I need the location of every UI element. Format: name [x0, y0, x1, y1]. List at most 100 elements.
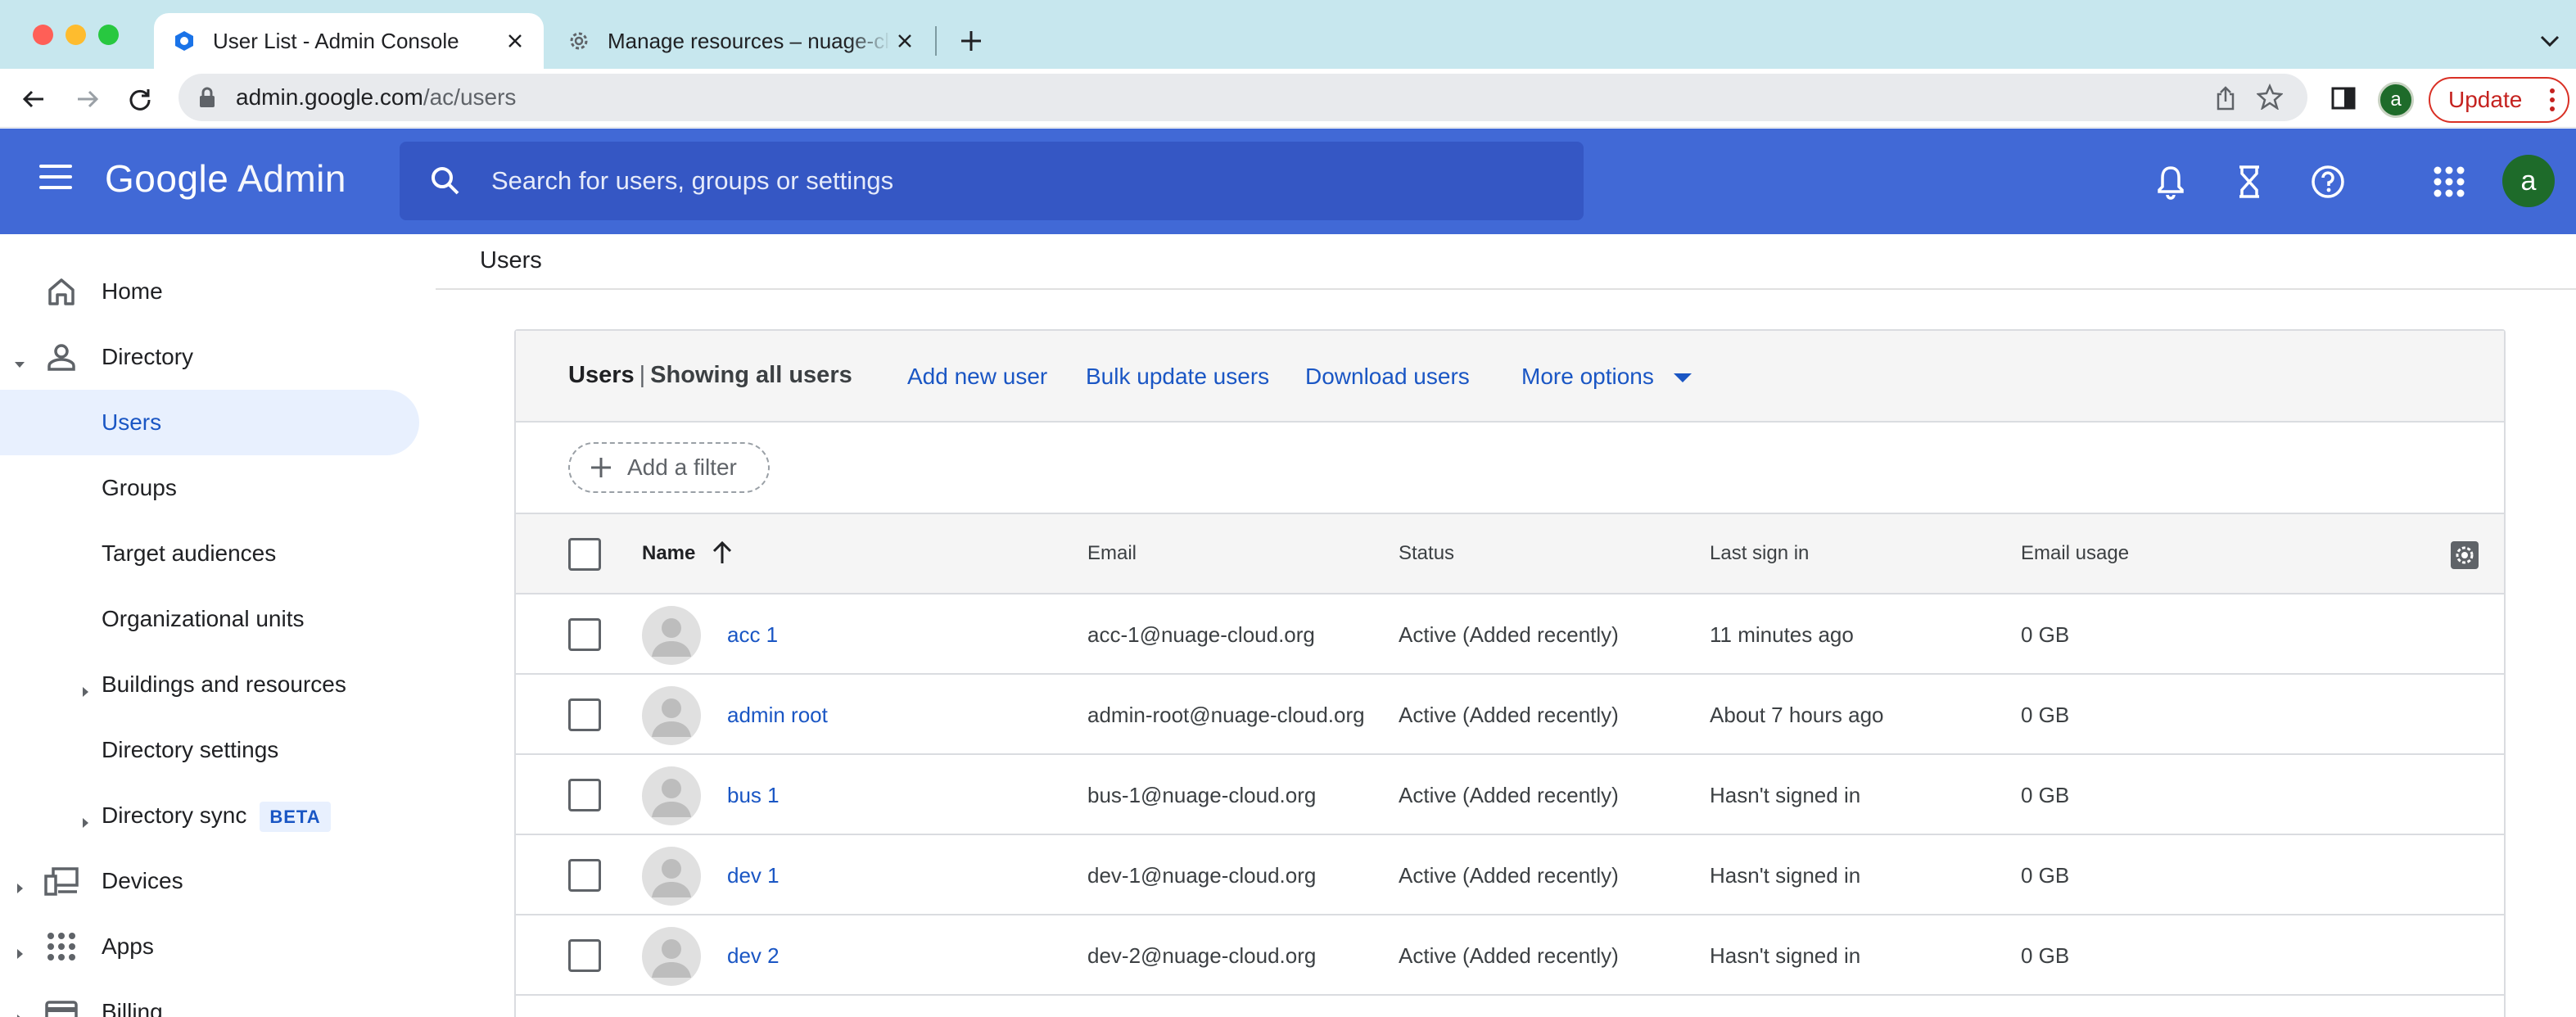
user-email-usage: 0 GB — [2021, 783, 2070, 807]
browser-tab-active[interactable]: User List - Admin Console — [154, 13, 544, 69]
logo-google-text: Google — [105, 157, 229, 200]
sidebar-item-label: Billing — [102, 999, 163, 1017]
bookmark-star-icon[interactable] — [2256, 83, 2284, 114]
column-settings-gear-icon[interactable] — [2450, 540, 2479, 570]
sort-ascending-arrow-icon[interactable] — [711, 540, 734, 565]
card-title: Users | Showing all users — [568, 362, 852, 389]
user-last-sign-in: Hasn't signed in — [1710, 943, 1861, 968]
reload-icon[interactable] — [124, 84, 156, 115]
caret-right-icon[interactable] — [13, 940, 26, 959]
table-row[interactable]: admin root admin-root@nuage-cloud.org Acti… — [516, 675, 2504, 755]
sidebar-item-devices[interactable]: Devices — [0, 848, 419, 914]
tab-close-icon[interactable] — [891, 27, 919, 55]
side-panel-icon[interactable] — [2330, 85, 2357, 115]
main-menu-icon[interactable] — [39, 165, 75, 194]
user-last-sign-in: Hasn't signed in — [1710, 863, 1861, 888]
add-filter-button[interactable]: Add a filter — [568, 442, 770, 493]
user-name-link[interactable]: acc 1 — [727, 622, 778, 648]
table-row[interactable]: acc 1 acc-1@nuage-cloud.org Active (Added … — [516, 594, 2504, 675]
sidebar-item-groups[interactable]: Groups — [0, 455, 419, 521]
row-checkbox[interactable] — [568, 779, 601, 811]
sidebar-item-buildings-and-resources[interactable]: Buildings and resources — [0, 652, 419, 717]
caret-right-icon[interactable] — [79, 809, 92, 828]
sidebar-item-target-audiences[interactable]: Target audiences — [0, 521, 419, 586]
user-email: admin-root@nuage-cloud.org — [1087, 703, 1365, 727]
devices-icon — [43, 862, 80, 900]
column-header-email-usage[interactable]: Email usage — [2021, 542, 2129, 565]
select-all-checkbox[interactable] — [568, 538, 601, 571]
user-name-link[interactable]: dev 1 — [727, 863, 780, 888]
account-avatar[interactable]: a — [2502, 155, 2555, 207]
tab-title: User List - Admin Console — [213, 28, 459, 53]
caret-right-icon[interactable] — [79, 678, 92, 697]
caret-down-icon[interactable] — [13, 350, 26, 368]
admin-search-bar[interactable] — [400, 142, 1584, 220]
users-card-header: Users | Showing all users Add new user Bul… — [516, 331, 2504, 423]
share-icon[interactable] — [2214, 85, 2237, 115]
user-avatar-icon — [642, 686, 701, 745]
column-header-email[interactable]: Email — [1087, 542, 1137, 565]
user-status: Active (Added recently) — [1399, 783, 1619, 807]
row-checkbox[interactable] — [568, 939, 601, 972]
user-name-link[interactable]: admin root — [727, 703, 828, 728]
search-input[interactable] — [491, 166, 1474, 196]
sidebar-item-apps[interactable]: Apps — [0, 914, 419, 979]
google-admin-logo[interactable]: Google Admin — [105, 156, 346, 201]
user-status: Active (Added recently) — [1399, 863, 1619, 888]
table-row[interactable]: bus 1 bus-1@nuage-cloud.org Active (Added … — [516, 755, 2504, 835]
notifications-bell-icon[interactable] — [2152, 163, 2190, 201]
user-avatar-icon — [642, 606, 701, 665]
column-header-status[interactable]: Status — [1399, 542, 1454, 565]
apps-launcher-icon[interactable] — [2430, 163, 2468, 201]
back-arrow-icon[interactable] — [18, 84, 49, 115]
admin-header: Google Admin a — [0, 129, 2576, 234]
user-email: dev-1@nuage-cloud.org — [1087, 863, 1317, 888]
window-close-button[interactable] — [33, 25, 53, 45]
tab-search-chevron-icon[interactable] — [2535, 26, 2565, 56]
tab-close-icon[interactable] — [501, 27, 529, 55]
sidebar-item-label: Buildings and resources — [102, 671, 346, 697]
window-minimize-button[interactable] — [66, 25, 86, 45]
row-checkbox[interactable] — [568, 618, 601, 651]
sidebar-item-label: Apps — [102, 933, 154, 959]
user-status: Active (Added recently) — [1399, 703, 1619, 727]
add-filter-label: Add a filter — [627, 454, 737, 480]
user-email-usage: 0 GB — [2021, 863, 2070, 888]
user-name-link[interactable]: dev 2 — [727, 943, 780, 969]
forward-arrow-icon[interactable] — [72, 84, 103, 115]
sidebar-item-home[interactable]: Home — [0, 259, 419, 324]
bulk-update-users-link[interactable]: Bulk update users — [1086, 364, 1269, 390]
sidebar-item-billing[interactable]: Billing — [0, 979, 419, 1017]
add-new-user-link[interactable]: Add new user — [907, 364, 1047, 390]
browser-tab-inactive[interactable]: Manage resources – nuage-cloud — [549, 13, 933, 69]
sidebar: Home Directory Users Groups Target audie… — [0, 234, 434, 1017]
row-checkbox[interactable] — [568, 859, 601, 892]
caret-right-icon[interactable] — [13, 875, 26, 893]
card-title-main: Users — [568, 362, 635, 388]
tasks-hourglass-icon[interactable] — [2230, 163, 2268, 201]
address-bar[interactable]: admin.google.com/ac/users — [179, 74, 2307, 121]
sidebar-item-label: Devices — [102, 868, 183, 893]
sidebar-item-directory[interactable]: Directory — [0, 324, 419, 390]
users-card: Users | Showing all users Add new user Bul… — [514, 329, 2506, 1017]
new-tab-plus-icon[interactable] — [955, 25, 987, 57]
more-options-dropdown[interactable]: More options — [1521, 364, 1692, 390]
table-row[interactable]: dev 2 dev-2@nuage-cloud.org Active (Added … — [516, 915, 2504, 996]
column-header-name[interactable]: Name — [642, 542, 695, 565]
row-checkbox[interactable] — [568, 698, 601, 731]
update-button[interactable]: Update — [2429, 77, 2569, 123]
sidebar-item-users[interactable]: Users — [0, 390, 419, 455]
user-name-link[interactable]: bus 1 — [727, 783, 780, 808]
browser-profile-avatar[interactable]: a — [2378, 82, 2414, 118]
download-users-link[interactable]: Download users — [1305, 364, 1470, 390]
lock-icon — [198, 87, 218, 108]
sidebar-item-organizational-units[interactable]: Organizational units — [0, 586, 419, 652]
window-maximize-button[interactable] — [98, 25, 119, 45]
person-icon — [43, 338, 80, 376]
sidebar-item-directory-settings[interactable]: Directory settings — [0, 717, 419, 783]
table-row[interactable]: dev 1 dev-1@nuage-cloud.org Active (Added … — [516, 835, 2504, 915]
column-header-last-sign-in[interactable]: Last sign in — [1710, 542, 1809, 565]
caret-right-icon[interactable] — [13, 1006, 26, 1017]
help-icon[interactable] — [2309, 163, 2347, 201]
sidebar-item-directory-sync[interactable]: Directory sync BETA — [0, 783, 419, 848]
